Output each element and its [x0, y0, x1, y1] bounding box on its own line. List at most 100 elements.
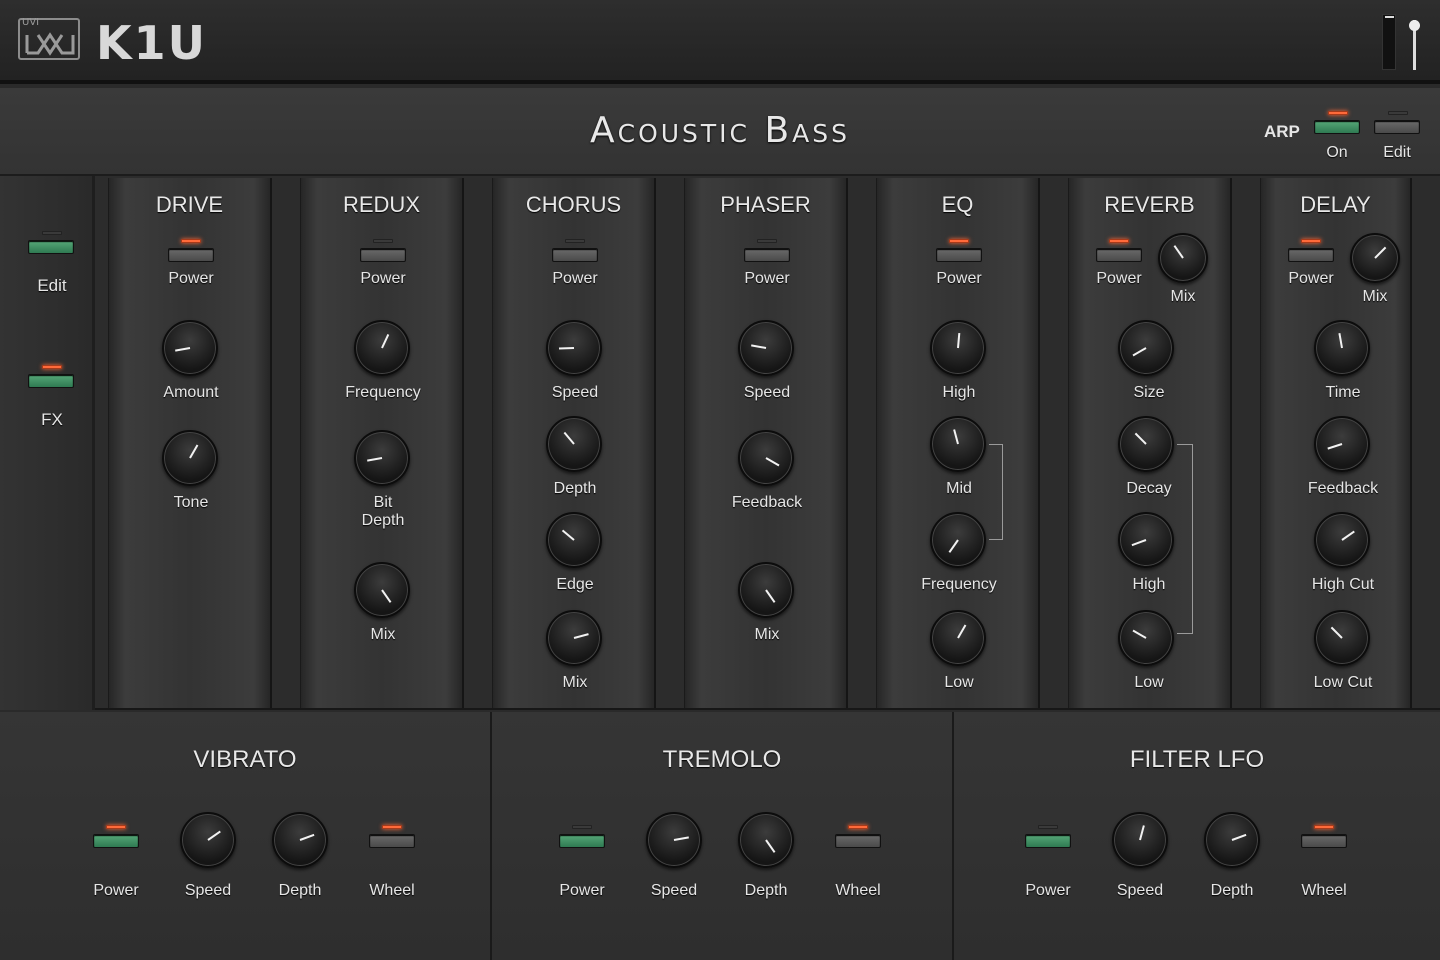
- phaser-mix-knob[interactable]: [738, 562, 794, 618]
- eq-mid-label: Mid: [946, 480, 972, 497]
- tremolo-speed-label: Speed: [650, 882, 698, 899]
- drive-amount-knob[interactable]: [162, 320, 218, 376]
- top-bar: UVI K1U: [0, 0, 1440, 84]
- drive-tone-knob[interactable]: [162, 430, 218, 486]
- filter-lfo-power-button[interactable]: [1025, 834, 1071, 848]
- reverb-decay-label: Decay: [1126, 480, 1172, 497]
- master-volume-slider[interactable]: [1380, 12, 1420, 70]
- drive-power-led: [181, 239, 201, 243]
- program-bar: Acoustic Bass ARP On Edit: [0, 88, 1440, 176]
- arp-edit-button[interactable]: [1374, 120, 1420, 134]
- vibrato-power-button[interactable]: [93, 834, 139, 848]
- filter-lfo-power-led: [1038, 825, 1058, 829]
- fx-led: [42, 365, 62, 369]
- eq-high-knob[interactable]: [930, 320, 986, 376]
- delay-time-knob[interactable]: [1314, 320, 1370, 376]
- filter-lfo-wheel-button[interactable]: [1301, 834, 1347, 848]
- reverb-low-label: Low: [1134, 674, 1164, 691]
- redux-depth-label: Depth: [361, 512, 405, 529]
- vibrato-panel: VIBRATO Power Speed Depth Wheel: [0, 712, 492, 960]
- tremolo-power-led: [572, 825, 592, 829]
- redux-power-label: Power: [360, 270, 406, 287]
- redux-mix-knob[interactable]: [354, 562, 410, 618]
- filter-lfo-speed-knob[interactable]: [1112, 812, 1168, 868]
- reverb-power-button[interactable]: [1096, 248, 1142, 262]
- redux-bit-depth-knob[interactable]: [354, 430, 410, 486]
- delay-mix-knob[interactable]: [1350, 233, 1400, 283]
- reverb-high-label: High: [1132, 576, 1166, 593]
- uvi-logo-icon: [25, 32, 75, 56]
- delay-title: DELAY: [1300, 192, 1371, 217]
- eq-power-led: [949, 239, 969, 243]
- chorus-power-button[interactable]: [552, 248, 598, 262]
- drive-power-button[interactable]: [168, 248, 214, 262]
- delay-panel: DELAY Power Mix Time Feedback High Cut L…: [1260, 178, 1412, 708]
- delay-low-cut-label: Low Cut: [1313, 674, 1373, 691]
- tremolo-speed-knob[interactable]: [646, 812, 702, 868]
- tremolo-depth-knob[interactable]: [738, 812, 794, 868]
- drive-tone-label: Tone: [173, 494, 209, 511]
- vibrato-speed-knob[interactable]: [180, 812, 236, 868]
- reverb-high-knob[interactable]: [1118, 512, 1174, 568]
- reverb-size-knob[interactable]: [1118, 320, 1174, 376]
- chorus-edge-knob[interactable]: [546, 512, 602, 568]
- filter-lfo-depth-knob[interactable]: [1204, 812, 1260, 868]
- arp-on-led: [1328, 111, 1348, 115]
- app-name: K1U: [96, 16, 208, 70]
- phaser-feedback-label: Feedback: [731, 494, 803, 511]
- program-name[interactable]: Acoustic Bass: [0, 110, 1440, 151]
- arp-on-button[interactable]: [1314, 120, 1360, 134]
- reverb-size-label: Size: [1133, 384, 1165, 401]
- delay-power-button[interactable]: [1288, 248, 1334, 262]
- chorus-speed-label: Speed: [551, 384, 599, 401]
- chorus-depth-knob[interactable]: [546, 416, 602, 472]
- phaser-panel: PHASER Power Speed Feedback Mix: [684, 178, 848, 708]
- tremolo-wheel-button[interactable]: [835, 834, 881, 848]
- vibrato-depth-knob[interactable]: [272, 812, 328, 868]
- tremolo-power-button[interactable]: [559, 834, 605, 848]
- tremolo-depth-label: Depth: [744, 882, 788, 899]
- eq-low-label: Low: [944, 674, 974, 691]
- volume-thumb[interactable]: [1409, 20, 1420, 31]
- reverb-low-knob[interactable]: [1118, 610, 1174, 666]
- reverb-decay-knob[interactable]: [1118, 416, 1174, 472]
- delay-feedback-label: Feedback: [1307, 480, 1379, 497]
- edit-page-button[interactable]: [28, 240, 74, 254]
- sidebar: Edit FX: [0, 176, 95, 710]
- phaser-power-button[interactable]: [744, 248, 790, 262]
- redux-frequency-knob[interactable]: [354, 320, 410, 376]
- reverb-power-led: [1109, 239, 1129, 243]
- arp-edit-label: Edit: [1383, 144, 1411, 161]
- delay-low-cut-knob[interactable]: [1314, 610, 1370, 666]
- reverb-mix-knob[interactable]: [1158, 233, 1208, 283]
- eq-frequency-knob[interactable]: [930, 512, 986, 568]
- redux-panel: REDUX Power Frequency Bit Depth Mix: [300, 178, 464, 708]
- drive-panel: DRIVE Power Amount Tone: [108, 178, 272, 708]
- phaser-speed-label: Speed: [743, 384, 791, 401]
- chorus-speed-knob[interactable]: [546, 320, 602, 376]
- phaser-speed-knob[interactable]: [738, 320, 794, 376]
- redux-power-button[interactable]: [360, 248, 406, 262]
- eq-frequency-label: Frequency: [921, 576, 997, 593]
- level-meter: [1382, 14, 1396, 70]
- fx-page-button[interactable]: [28, 374, 74, 388]
- arp-edit-led: [1388, 111, 1408, 115]
- drive-amount-label: Amount: [163, 384, 219, 401]
- delay-high-cut-knob[interactable]: [1314, 512, 1370, 568]
- redux-power-led: [373, 239, 393, 243]
- uvi-logo: UVI: [18, 17, 80, 60]
- eq-power-button[interactable]: [936, 248, 982, 262]
- arp-on-label: On: [1326, 144, 1348, 161]
- delay-mix-label: Mix: [1362, 288, 1388, 305]
- phaser-feedback-knob[interactable]: [738, 430, 794, 486]
- arp-label: ARP: [1264, 122, 1300, 141]
- tremolo-power-label: Power: [559, 882, 605, 899]
- drive-power-label: Power: [168, 270, 214, 287]
- tremolo-title: TREMOLO: [662, 746, 782, 773]
- fx-section: Edit FX DRIVE Power Amount Tone REDUX Po…: [0, 176, 1440, 710]
- eq-low-knob[interactable]: [930, 610, 986, 666]
- chorus-mix-knob[interactable]: [546, 610, 602, 666]
- eq-mid-knob[interactable]: [930, 416, 986, 472]
- vibrato-wheel-button[interactable]: [369, 834, 415, 848]
- delay-feedback-knob[interactable]: [1314, 416, 1370, 472]
